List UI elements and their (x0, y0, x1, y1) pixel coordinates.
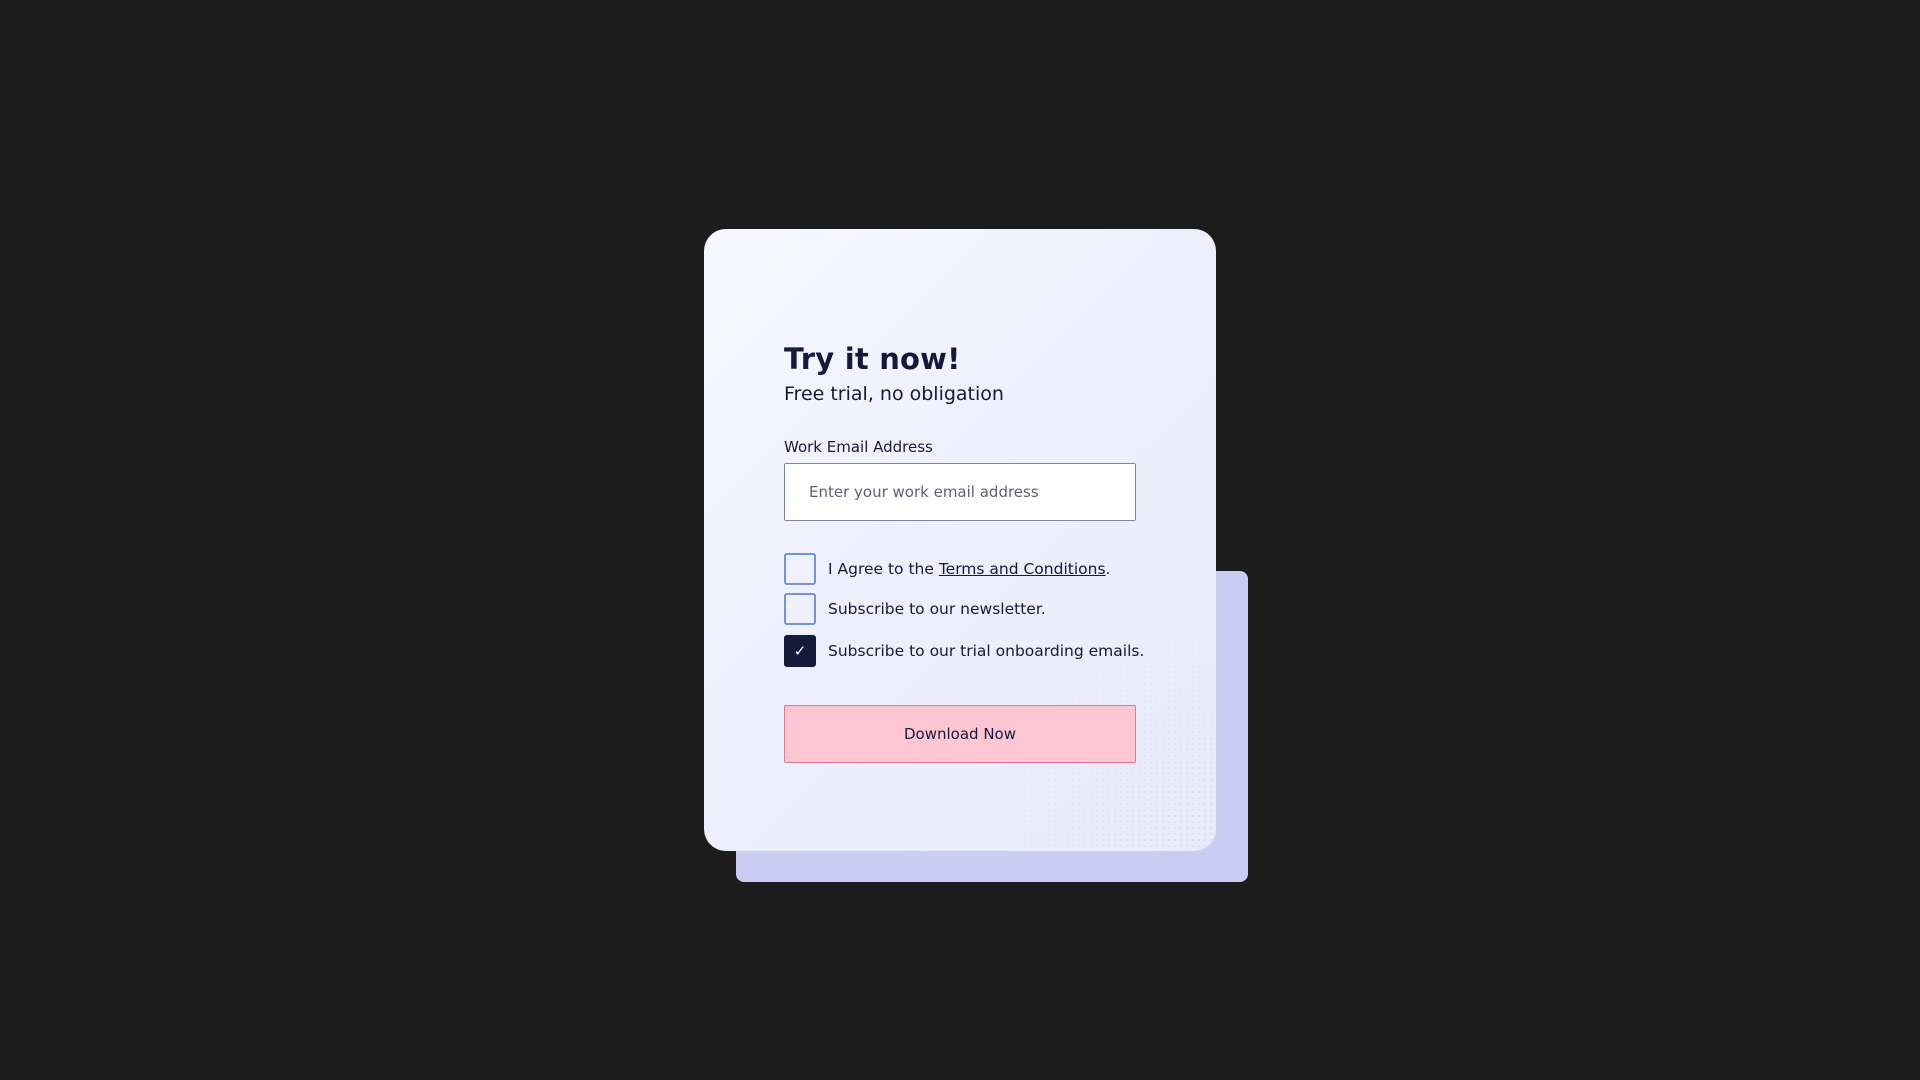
terms-link[interactable]: Terms and Conditions (939, 560, 1106, 578)
email-input[interactable] (784, 463, 1136, 521)
terms-label-suffix: . (1105, 560, 1111, 578)
checkbox-group: I Agree to the Terms and Conditions. Sub… (784, 553, 1144, 667)
terms-label: I Agree to the Terms and Conditions. (828, 560, 1110, 578)
newsletter-checkbox-row[interactable]: Subscribe to our newsletter. (784, 593, 1136, 625)
form-subtitle: Free trial, no obligation (784, 383, 1004, 405)
terms-checkbox[interactable] (784, 553, 816, 585)
page-stage: Try it now! Free trial, no obligation Wo… (0, 0, 1920, 1080)
onboarding-checkbox-row[interactable]: ✓ Subscribe to our trial onboarding emai… (784, 635, 1144, 667)
onboarding-checkbox[interactable]: ✓ (784, 635, 816, 667)
onboarding-label: Subscribe to our trial onboarding emails… (828, 642, 1145, 660)
signup-form: Try it now! Free trial, no obligation Wo… (784, 341, 1144, 763)
terms-label-prefix: I Agree to the (828, 560, 939, 578)
newsletter-label: Subscribe to our newsletter. (828, 600, 1046, 618)
terms-checkbox-row[interactable]: I Agree to the Terms and Conditions. (784, 553, 1136, 585)
trial-signup-card: Try it now! Free trial, no obligation Wo… (704, 229, 1216, 851)
download-now-button[interactable]: Download Now (784, 705, 1136, 763)
form-title: Try it now! (784, 342, 961, 376)
checkmark-icon: ✓ (793, 641, 807, 660)
newsletter-checkbox[interactable] (784, 593, 816, 625)
email-label: Work Email Address (784, 438, 933, 456)
